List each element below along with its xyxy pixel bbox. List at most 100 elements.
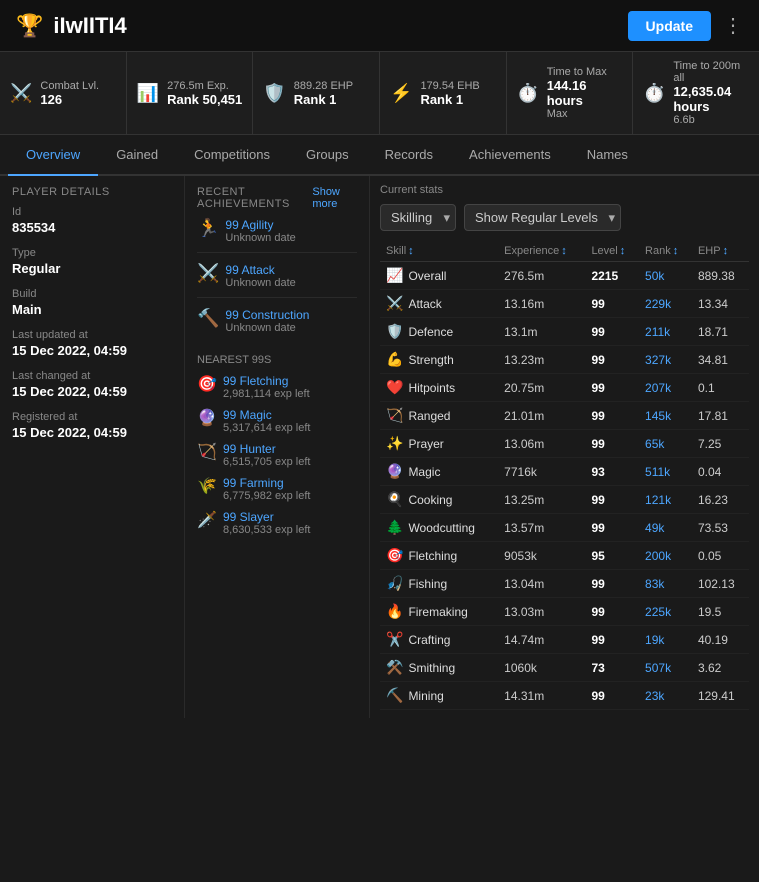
skill-name: Crafting [408,633,450,647]
skill-ehp: 0.04 [692,458,749,486]
skill-rank: 207k [639,374,692,402]
skill-exp: 13.1m [498,318,585,346]
stat-label: 179.54 EHB [420,80,479,92]
table-row[interactable]: 🍳 Cooking 13.25m 99 121k 16.23 [380,486,749,514]
stat-icon: 🛡️ [263,83,285,104]
achievement-name[interactable]: 99 Agility [225,218,295,232]
table-header-rank[interactable]: Rank↕ [639,241,692,262]
skill-rank: 327k [639,346,692,374]
player-field-value: 15 Dec 2022, 04:59 [12,425,172,440]
table-row[interactable]: 📈 Overall 276.5m 2215 50k 889.38 [380,262,749,290]
skill-level: 73 [585,654,639,682]
skill-icon: 🔮 [386,463,403,480]
skill-exp: 1060k [498,654,585,682]
achievement-name[interactable]: 99 Construction [225,308,309,322]
skill-name: Fishing [408,577,447,591]
skill-name: Prayer [408,437,443,451]
table-header-level[interactable]: Level↕ [585,241,639,262]
skills-table: Skill↕Experience↕Level↕Rank↕EHP↕ 📈 Overa… [380,241,749,710]
table-row[interactable]: 🏹 Ranged 21.01m 99 145k 17.81 [380,402,749,430]
header-left: 🏆 iIwIITI4 [16,13,127,39]
nearest-skill-name[interactable]: 99 Farming [223,476,310,490]
levels-dropdown[interactable]: Show Regular LevelsShow Virtual Levels [464,204,621,231]
table-row[interactable]: 🔮 Magic 7716k 93 511k 0.04 [380,458,749,486]
nav-tab-names[interactable]: Names [569,135,646,176]
achievement-item: ⚔️ 99 Attack Unknown date [197,263,357,298]
update-button[interactable]: Update [628,11,711,41]
player-field-label: Type [12,247,172,259]
skill-level: 99 [585,346,639,374]
skill-level: 99 [585,570,639,598]
nav-tab-groups[interactable]: Groups [288,135,367,176]
nav-tab-gained[interactable]: Gained [98,135,176,176]
left-panel: Player details Id 835534 Type Regular Bu… [0,176,185,718]
player-field: Type Regular [12,247,172,276]
skill-level: 2215 [585,262,639,290]
table-row[interactable]: 🎣 Fishing 13.04m 99 83k 102.13 [380,570,749,598]
nav-tab-records[interactable]: Records [367,135,451,176]
achievement-item: 🔨 99 Construction Unknown date [197,308,357,342]
stat-icon: ⏱️ [517,83,539,104]
stat-value: Rank 50,451 [167,92,242,107]
skill-name: Defence [408,325,453,339]
table-row[interactable]: ⚔️ Attack 13.16m 99 229k 13.34 [380,290,749,318]
table-row[interactable]: ⚒️ Smithing 1060k 73 507k 3.62 [380,654,749,682]
skill-level: 99 [585,486,639,514]
achievement-name[interactable]: 99 Attack [225,263,295,277]
more-icon[interactable]: ⋮ [723,13,743,38]
nearest-skill-name[interactable]: 99 Slayer [223,510,310,524]
skilling-dropdown[interactable]: Skilling [380,204,456,231]
stat-icon: ⏱️ [643,83,665,104]
player-field-value: 835534 [12,220,172,235]
stat-text: Time to Max 144.16 hours Max [547,66,623,120]
player-field-value: 15 Dec 2022, 04:59 [12,343,172,358]
skill-name-cell: ⚔️ Attack [380,290,498,318]
stat-label: Time to 200m all [673,60,749,84]
player-field: Build Main [12,288,172,317]
nav-tab-achievements[interactable]: Achievements [451,135,569,176]
skill-name-cell: 🎣 Fishing [380,570,498,598]
nav-tabs: OverviewGainedCompetitionsGroupsRecordsA… [0,135,759,176]
table-row[interactable]: 🛡️ Defence 13.1m 99 211k 18.71 [380,318,749,346]
show-more-link[interactable]: Show more [312,186,357,210]
skill-level: 99 [585,374,639,402]
stat-value: Rank 1 [294,92,353,107]
table-header-experience[interactable]: Experience↕ [498,241,585,262]
nav-tab-competitions[interactable]: Competitions [176,135,288,176]
nearest-skill-name[interactable]: 99 Fletching [223,374,310,388]
skill-exp: 14.31m [498,682,585,710]
player-field-label: Last changed at [12,370,172,382]
player-details-title: Player details [12,186,172,198]
table-row[interactable]: 💪 Strength 13.23m 99 327k 34.81 [380,346,749,374]
skill-name-cell: 🎯 Fletching [380,542,498,570]
nav-tab-overview[interactable]: Overview [8,135,98,176]
nearest-info: 99 Farming 6,775,982 exp left [223,476,310,502]
skill-name: Fletching [408,549,457,563]
skill-exp: 13.06m [498,430,585,458]
stat-label: Combat Lvl. [40,80,99,92]
table-row[interactable]: ❤️ Hitpoints 20.75m 99 207k 0.1 [380,374,749,402]
player-field-value: Regular [12,261,172,276]
achievement-info: 99 Construction Unknown date [225,308,309,334]
nearest-icon: 🎯 [197,374,217,394]
nearest-exp: 8,630,533 exp left [223,524,310,536]
nearest-info: 99 Slayer 8,630,533 exp left [223,510,310,536]
nearest-skill-name[interactable]: 99 Hunter [223,442,310,456]
nearest-info: 99 Magic 5,317,614 exp left [223,408,310,434]
table-row[interactable]: ✂️ Crafting 14.74m 99 19k 40.19 [380,626,749,654]
table-header-skill[interactable]: Skill↕ [380,241,498,262]
table-header-ehp[interactable]: EHP↕ [692,241,749,262]
stat-label: 889.28 EHP [294,80,353,92]
skill-ehp: 18.71 [692,318,749,346]
table-row[interactable]: 🎯 Fletching 9053k 95 200k 0.05 [380,542,749,570]
skill-icon: ❤️ [386,379,403,396]
skill-name: Cooking [408,493,452,507]
skill-rank: 23k [639,682,692,710]
table-row[interactable]: ✨ Prayer 13.06m 99 65k 7.25 [380,430,749,458]
table-row[interactable]: 🌲 Woodcutting 13.57m 99 49k 73.53 [380,514,749,542]
table-row[interactable]: 🔥 Firemaking 13.03m 99 225k 19.5 [380,598,749,626]
table-row[interactable]: ⛏️ Mining 14.31m 99 23k 129.41 [380,682,749,710]
right-panel: Current stats Skilling Show Regular Leve… [370,176,759,718]
skill-exp: 9053k [498,542,585,570]
nearest-skill-name[interactable]: 99 Magic [223,408,310,422]
